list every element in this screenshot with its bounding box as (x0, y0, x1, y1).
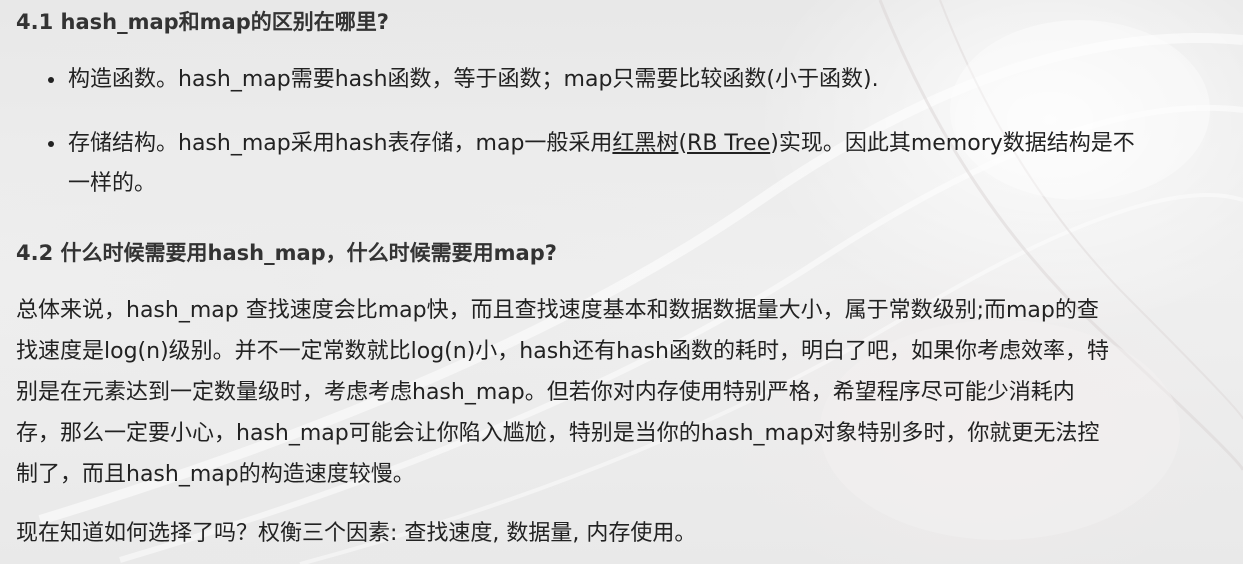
paragraph-line: 找速度是log(n)级别。并不一定常数就比log(n)小，hash还有hash函… (16, 339, 1109, 364)
bullet-text-storage: 存储结构。hash_map采用hash表存储，map一般采用红黑树(RB Tre… (68, 131, 1135, 196)
paragraph-line: 别是在元素达到一定数量级时，考虑考虑hash_map。但若你对内存使用特别严格，… (16, 380, 1075, 405)
bullet-text-storage-paren: ( (678, 131, 688, 156)
bullet-text-constructor: 构造函数。hash_map需要hash函数，等于函数；map只需要比较函数(小于… (68, 67, 879, 92)
bullet-item-constructor: 构造函数。hash_map需要hash函数，等于函数；map只需要比较函数(小于… (48, 60, 1223, 100)
section-2-paragraph: 总体来说，hash_map 查找速度会比map快，而且查找速度基本和数据数据量大… (16, 290, 1223, 495)
red-black-tree-link[interactable]: 红黑树 (612, 131, 678, 156)
bullet-text-storage-part-2: )实现。因此其memory数据结构是不 (770, 131, 1135, 156)
section-1-bullet-list: 构造函数。hash_map需要hash函数，等于函数；map只需要比较函数(小于… (48, 60, 1223, 204)
bullet-marker (48, 141, 54, 147)
rb-tree-link[interactable]: RB Tree (687, 131, 770, 156)
bullet-item-storage: 存储结构。hash_map采用hash表存储，map一般采用红黑树(RB Tre… (48, 124, 1223, 204)
paragraph-line: 总体来说，hash_map 查找速度会比map快，而且查找速度基本和数据数据量大… (16, 298, 1099, 323)
paragraph-line: 存，那么一定要小心，hash_map可能会让你陷入尴尬，特别是当你的hash_m… (16, 421, 1100, 446)
section-1-heading: 4.1 hash_map和map的区别在哪里? (16, 10, 389, 34)
bullet-text-storage-part-1: 存储结构。hash_map采用hash表存储，map一般采用 (68, 131, 613, 156)
section-2-summary: 现在知道如何选择了吗？权衡三个因素: 查找速度, 数据量, 内存使用。 (16, 521, 697, 546)
bullet-marker (48, 77, 54, 83)
section-2-heading: 4.2 什么时候需要用hash_map，什么时候需要用map? (16, 241, 557, 265)
paragraph-line: 制了，而且hash_map的构造速度较慢。 (16, 462, 415, 487)
bullet-text-storage-part-3: 一样的。 (68, 171, 157, 196)
